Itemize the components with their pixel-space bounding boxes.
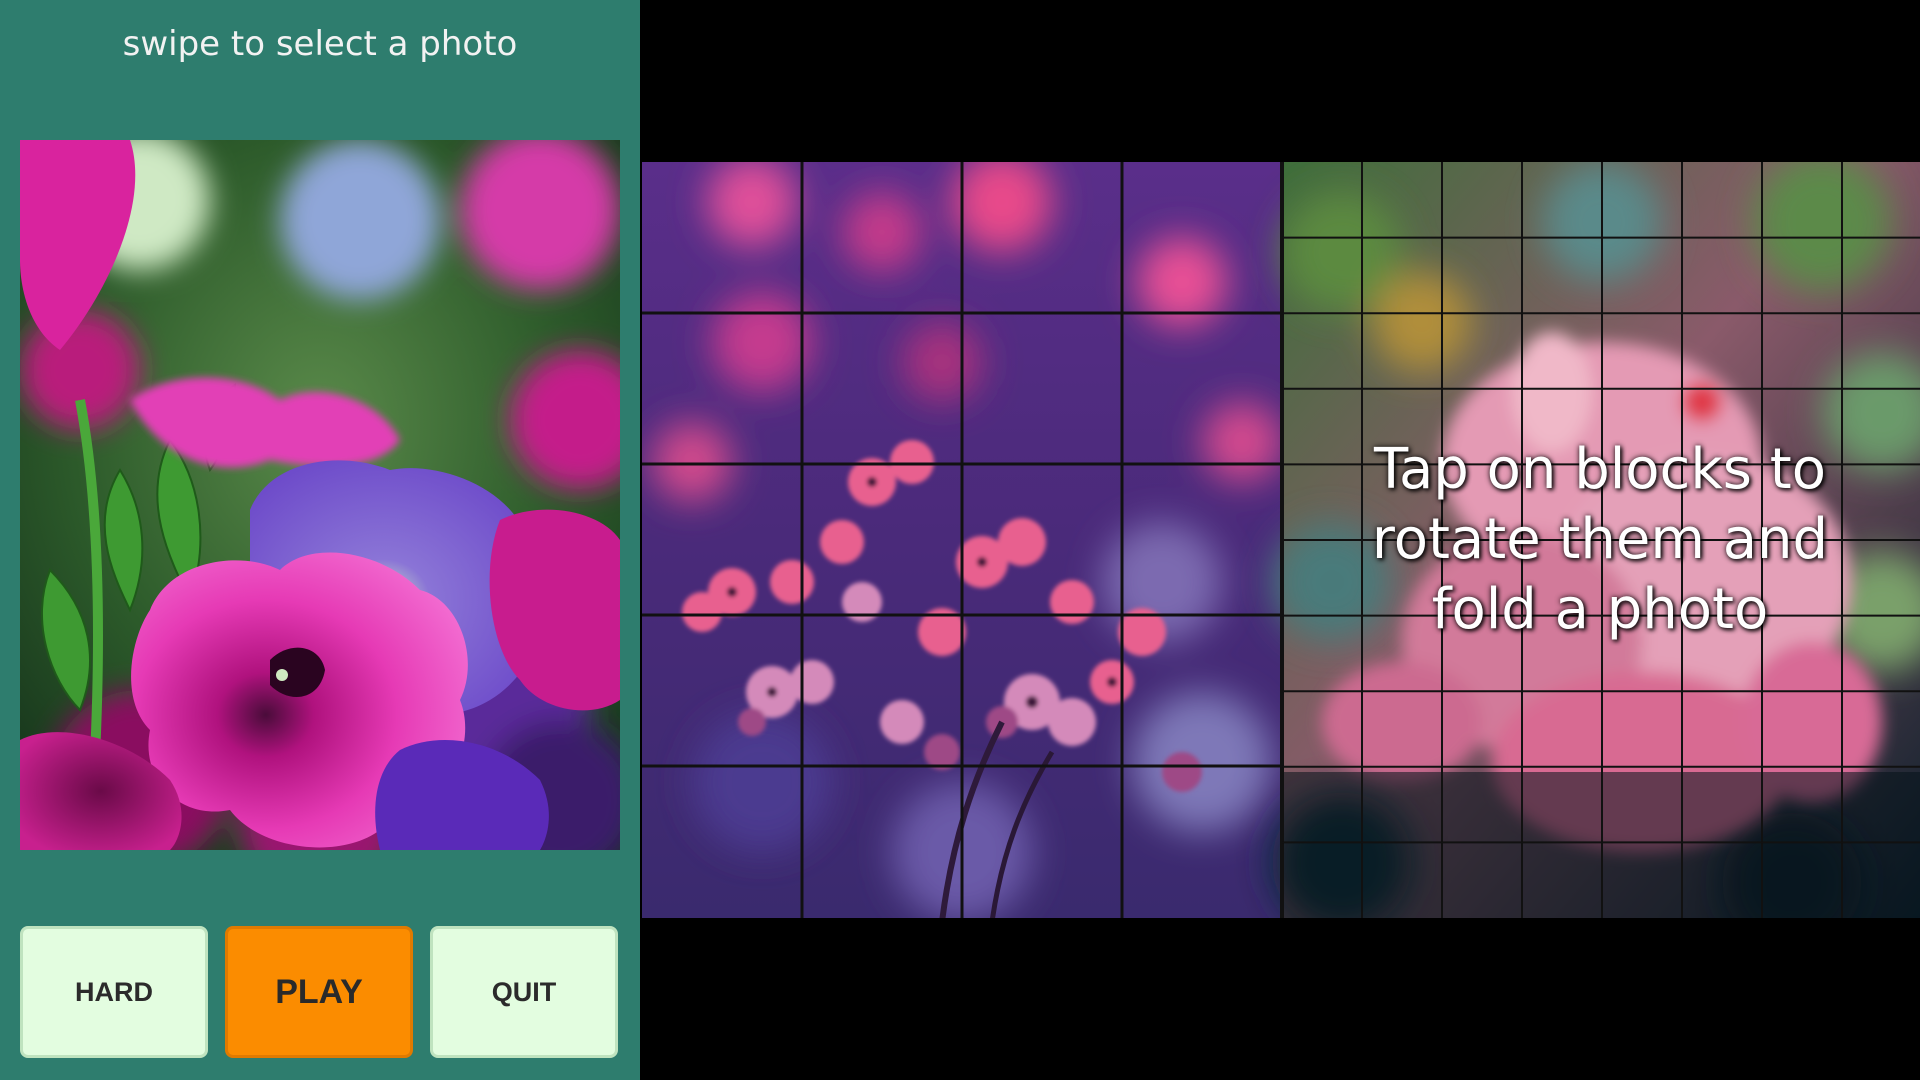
tap-instruction: Tap on blocks to rotate them and fold a … [1371, 437, 1829, 642]
photo-selection-panel: swipe to select a photo HARD PLAY QUIT [0, 0, 640, 1080]
swipe-hint: swipe to select a photo [122, 24, 518, 64]
flower-photo [20, 140, 620, 850]
play-button[interactable]: PLAY [225, 926, 413, 1058]
hard-difficulty-button[interactable]: HARD [20, 926, 208, 1058]
photo-preview-carousel[interactable] [20, 140, 620, 850]
quit-button[interactable]: QUIT [430, 926, 618, 1058]
game-screen: swipe to select a photo HARD PLAY QUIT T… [0, 0, 1920, 1080]
